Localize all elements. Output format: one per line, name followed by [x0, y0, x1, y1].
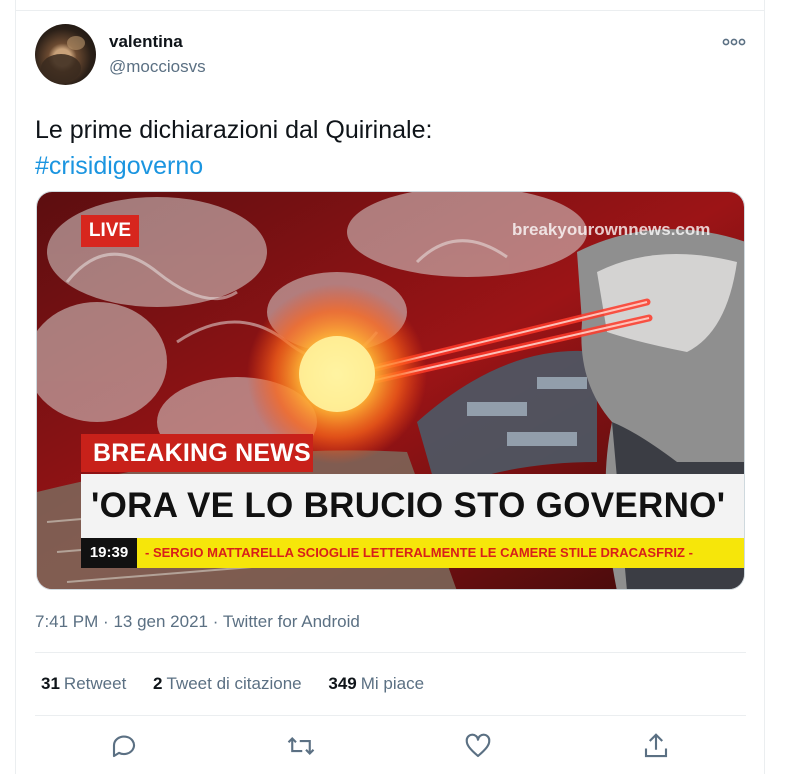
tweet-media-image[interactable]: LIVE breakyourownnews.com BREAKING NEWS … [36, 191, 745, 590]
tweet-text: Le prime dichiarazioni dal Quirinale: #c… [35, 112, 432, 184]
tweet-date[interactable]: 13 gen 2021 [113, 612, 208, 631]
like-count[interactable]: 349 Mi piace [328, 674, 424, 694]
like-icon[interactable] [463, 731, 493, 761]
tweet-body: Le prime dichiarazioni dal Quirinale: [35, 116, 433, 144]
quote-count[interactable]: 2 Tweet di citazione [153, 674, 302, 694]
top-divider [16, 10, 764, 11]
tweet-card: valentina @mocciosvs Le prime dichiarazi… [15, 0, 765, 774]
more-options-icon[interactable] [722, 36, 746, 48]
retweet-icon[interactable] [286, 731, 316, 761]
avatar[interactable] [35, 24, 96, 85]
display-name[interactable]: valentina [109, 32, 183, 52]
live-badge: LIVE [81, 215, 139, 247]
news-clock: 19:39 [81, 538, 137, 568]
breaking-news-label: BREAKING NEWS [81, 434, 313, 472]
reply-icon[interactable] [109, 731, 139, 761]
tweet-meta: 7:41 PM · 13 gen 2021 · Twitter for Andr… [35, 612, 360, 632]
watermark: breakyourownnews.com [512, 220, 711, 239]
share-icon[interactable] [641, 731, 671, 761]
user-handle[interactable]: @mocciosvs [109, 57, 206, 77]
news-headline: 'ORA VE LO BRUCIO STO GOVERNO' [81, 474, 744, 538]
hashtag-link[interactable]: #crisidigoverno [35, 148, 432, 184]
retweet-count[interactable]: 31 Retweet [41, 674, 126, 694]
divider [35, 715, 746, 716]
meta-separator: · [103, 612, 109, 631]
divider [35, 652, 746, 653]
news-ticker: - SERGIO MATTARELLA SCIOGLIE LETTERALMEN… [137, 538, 744, 568]
tweet-stats: 31 Retweet 2 Tweet di citazione 349 Mi piac… [41, 674, 446, 694]
tweet-time[interactable]: 7:41 PM [35, 612, 98, 631]
meta-separator: · [212, 612, 219, 631]
tweet-source[interactable]: Twitter for Android [223, 612, 360, 631]
